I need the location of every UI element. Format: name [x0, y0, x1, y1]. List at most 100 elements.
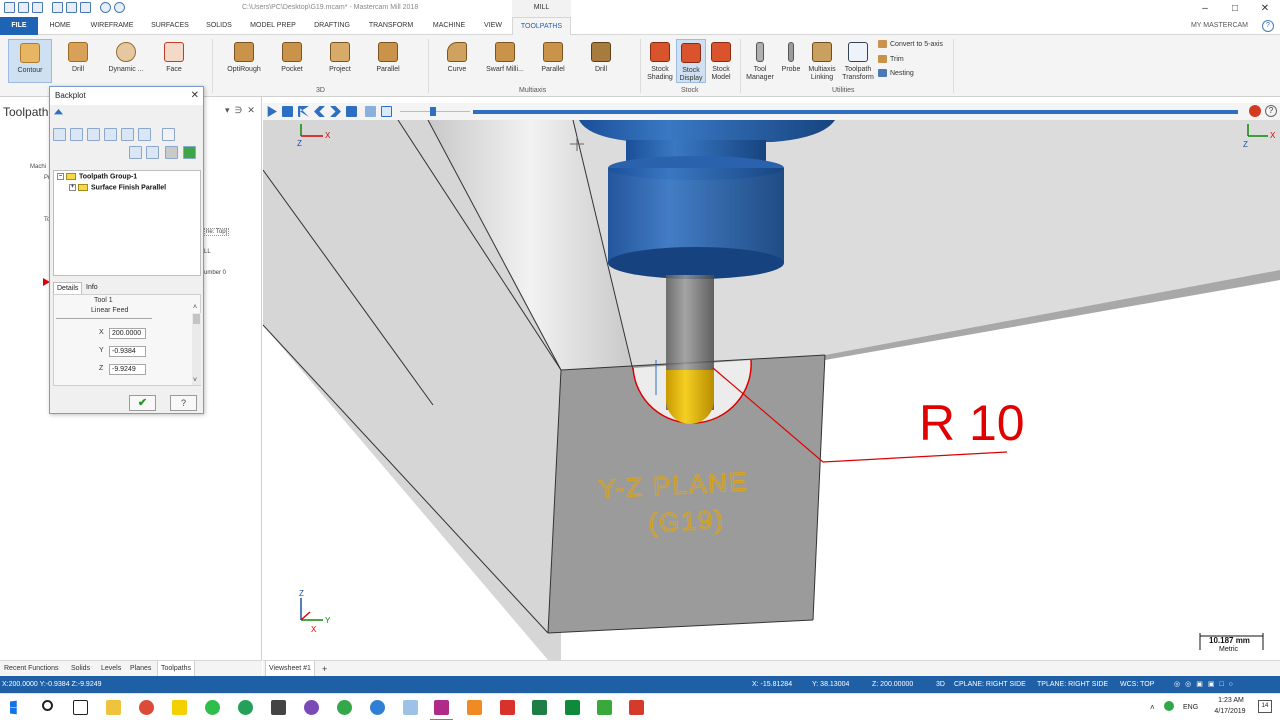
minimize-button[interactable]: – — [1190, 0, 1220, 17]
manager-pin-close-controls[interactable]: ▾ ∋ ✕ — [225, 105, 255, 116]
start-icon[interactable] — [10, 700, 17, 715]
scroll-thumb[interactable] — [193, 314, 200, 324]
tab-solids-manager[interactable]: Solids — [71, 661, 90, 677]
collapse-icon[interactable]: – — [57, 173, 64, 180]
file-explorer-icon[interactable] — [106, 700, 121, 715]
mastercam-taskbar-icon[interactable] — [430, 700, 453, 720]
stock-model-button[interactable]: Stock Model — [706, 39, 736, 83]
tree-machine-group[interactable]: Machi — [30, 164, 46, 170]
tab-details[interactable]: Details — [53, 282, 83, 294]
task-view-icon[interactable] — [73, 700, 88, 715]
pocket-button[interactable]: Pocket — [270, 39, 314, 83]
ok-button[interactable]: ✔ — [129, 395, 156, 411]
tab-drafting[interactable]: DRAFTING — [306, 17, 358, 35]
parallel-multiaxis-button[interactable]: Parallel — [531, 39, 575, 83]
display-entity-icon[interactable] — [121, 128, 134, 141]
camtasia-icon[interactable] — [597, 700, 612, 715]
help-button[interactable]: ? — [170, 395, 197, 411]
graphics-viewport[interactable]: R 10 Y-Z PLANE (G19) X Z Z Y X X Z 10.18… — [263, 120, 1280, 660]
z-value-field[interactable]: -9.9249 — [109, 364, 146, 375]
tab-planes[interactable]: Planes — [130, 661, 151, 677]
toolpath-transform-button[interactable]: Toolpath Transform — [840, 39, 876, 83]
viewport-help-icon[interactable]: ? — [1265, 105, 1277, 117]
tab-toolpaths[interactable]: TOOLPATHS — [512, 17, 571, 35]
info-icon[interactable] — [162, 128, 175, 141]
tree-toolpath-group-1[interactable]: – Toolpath Group-1 — [57, 173, 137, 180]
dynamic-button[interactable]: Dynamic ... — [104, 39, 148, 83]
backplot-close-button[interactable]: ✕ — [191, 87, 199, 105]
save-as-icon[interactable] — [52, 2, 63, 13]
save-geometry-icon[interactable] — [183, 146, 196, 159]
trail-mode-icon[interactable] — [365, 106, 376, 117]
app-icon-dark-green[interactable] — [565, 700, 580, 715]
chrome-icon[interactable] — [139, 700, 154, 715]
open-file-icon[interactable] — [18, 2, 29, 13]
convert-5axis-button[interactable]: Convert to 5-axis — [878, 40, 943, 48]
scroll-up-icon[interactable]: ˄ — [193, 304, 197, 311]
tool-manager-button[interactable]: Tool Manager — [742, 39, 778, 83]
app-icon-green[interactable] — [238, 700, 253, 715]
tree-surface-finish-parallel[interactable]: + Surface Finish Parallel — [69, 184, 166, 191]
verify-settings-icon[interactable] — [129, 146, 142, 159]
close-button[interactable]: ✕ — [1250, 0, 1280, 17]
app-icon-red[interactable] — [500, 700, 515, 715]
calculator-icon[interactable] — [271, 700, 286, 715]
tab-home[interactable]: HOME — [41, 17, 79, 35]
my-mastercam-link[interactable]: MY MASTERCAM — [1191, 17, 1248, 35]
path-display-icon[interactable] — [381, 106, 392, 117]
undo-icon[interactable] — [100, 2, 111, 13]
app-icon-orange[interactable] — [467, 700, 482, 715]
probe-button[interactable]: Probe — [778, 39, 804, 83]
stop-icon[interactable] — [282, 106, 293, 117]
new-file-icon[interactable] — [4, 2, 15, 13]
status-tplane[interactable]: TPLANE: RIGHT SIDE — [1037, 676, 1108, 693]
clock-date[interactable]: 4/17/2019 — [1206, 708, 1254, 715]
tab-recent-functions[interactable]: Recent Functions — [4, 661, 58, 677]
tab-info[interactable]: Info — [83, 282, 101, 294]
notifications-badge[interactable]: 14 — [1258, 700, 1272, 713]
scroll-down-icon[interactable]: ˅ — [193, 377, 197, 384]
print-preview-icon[interactable] — [80, 2, 91, 13]
tab-surfaces[interactable]: SURFACES — [146, 17, 194, 35]
multiaxis-linking-button[interactable]: Multiaxis Linking — [805, 39, 839, 83]
collapse-up-icon[interactable] — [54, 109, 63, 115]
step-back-icon[interactable] — [314, 106, 325, 117]
search-icon[interactable] — [42, 700, 53, 711]
tab-view[interactable]: VIEW — [478, 17, 508, 35]
tab-transform[interactable]: TRANSFORM — [362, 17, 420, 35]
progress-bar[interactable] — [473, 110, 1238, 114]
tab-toolpaths-manager[interactable]: Toolpaths — [157, 661, 195, 677]
language-indicator[interactable]: ENG — [1183, 704, 1198, 711]
print-icon[interactable] — [66, 2, 77, 13]
tab-machine[interactable]: MACHINE — [426, 17, 472, 35]
parallel-3d-button[interactable]: Parallel — [366, 39, 410, 83]
x-value-field[interactable]: 200.0000 — [109, 328, 146, 339]
contour-button[interactable]: Contour — [8, 39, 52, 83]
tray-chevron-icon[interactable]: ˄ — [1150, 703, 1155, 712]
app-icon-green-2[interactable] — [337, 700, 352, 715]
maximize-button[interactable]: □ — [1220, 0, 1250, 17]
save-icon[interactable] — [32, 2, 43, 13]
jump-end-icon[interactable] — [346, 106, 357, 117]
warning-icon[interactable] — [1249, 105, 1261, 117]
rewind-start-icon[interactable] — [298, 106, 309, 117]
drill-2d-button[interactable]: Drill — [56, 39, 100, 83]
step-forward-icon[interactable] — [330, 106, 341, 117]
path-options-icon[interactable] — [146, 146, 159, 159]
app-icon-purple[interactable] — [304, 700, 319, 715]
status-view-icons[interactable]: ◎◎▣▣□○ — [1174, 676, 1238, 693]
wechat-icon[interactable] — [205, 700, 220, 715]
nesting-button[interactable]: Nesting — [878, 69, 914, 77]
app-icon-blue[interactable] — [370, 700, 385, 715]
stock-shading-button[interactable]: Stock Shading — [645, 39, 675, 83]
screenshot-icon[interactable] — [165, 146, 178, 159]
app-icon-red-2[interactable] — [629, 700, 644, 715]
speed-slider-thumb[interactable] — [430, 107, 436, 116]
display-tool-icon[interactable] — [70, 128, 83, 141]
optirough-button[interactable]: OptiRough — [222, 39, 266, 83]
details-scrollbar[interactable]: ˄ ˅ — [192, 304, 201, 385]
tab-wireframe[interactable]: WIREFRAME — [84, 17, 140, 35]
trim-button[interactable]: Trim — [878, 55, 904, 63]
app-icon-light-blue[interactable] — [403, 700, 418, 715]
play-icon[interactable] — [267, 106, 277, 117]
